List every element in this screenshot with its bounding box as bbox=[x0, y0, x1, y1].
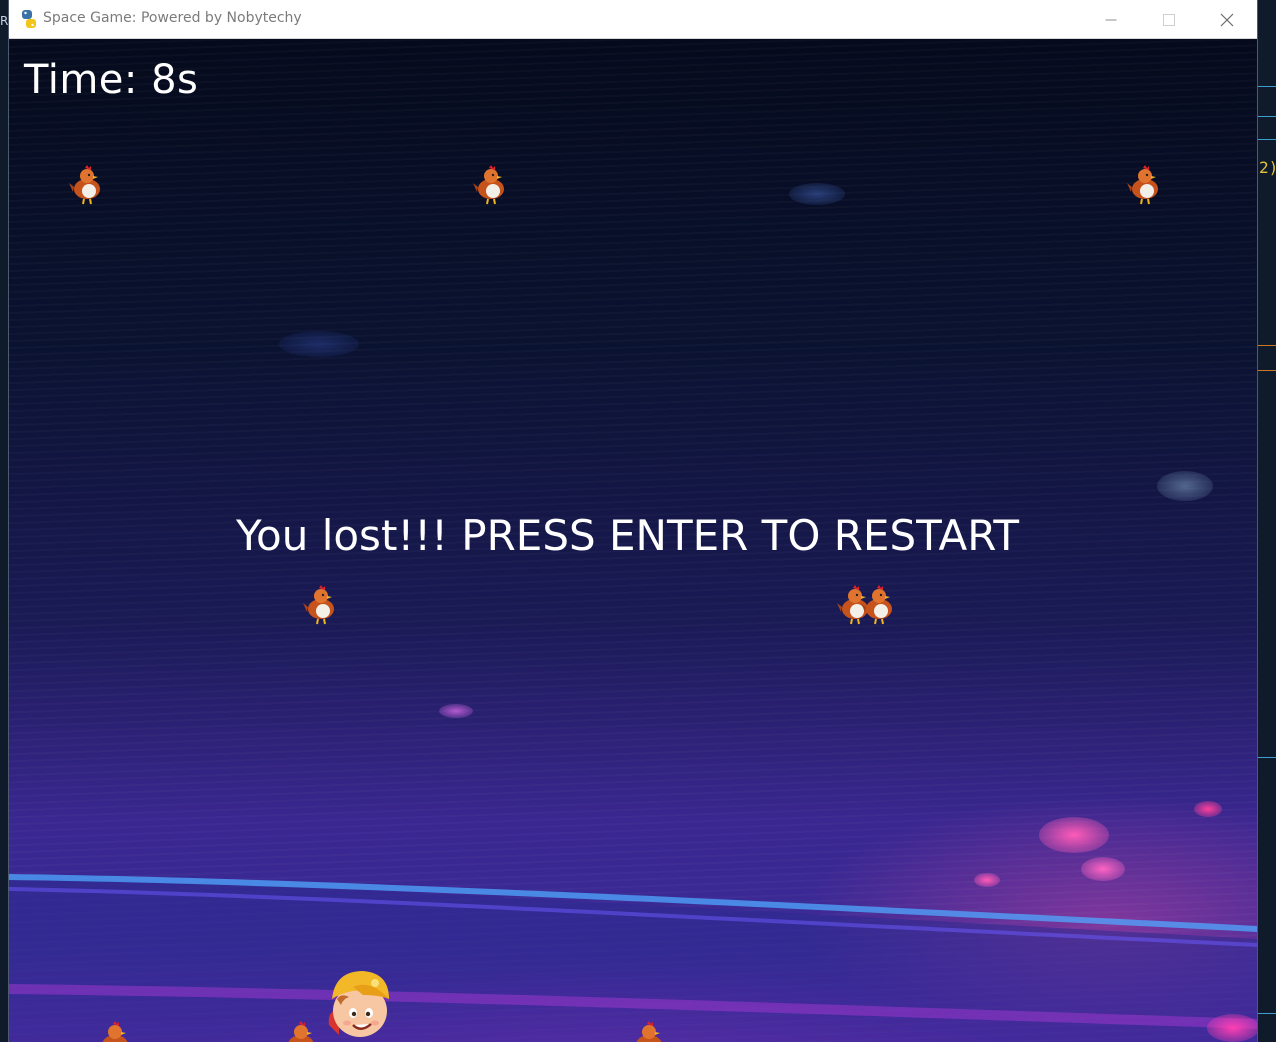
boy-with-cap-icon bbox=[328, 971, 389, 1037]
magenta-glow bbox=[439, 704, 473, 718]
window-title: Space Game: Powered by Nobytechy bbox=[43, 10, 302, 26]
maximize-button[interactable] bbox=[1140, 0, 1198, 39]
desktop-left-edge: R bbox=[0, 0, 8, 1042]
chicken-icon bbox=[102, 1021, 128, 1042]
desktop-code-glyph: 2) bbox=[1259, 158, 1276, 177]
game-over-message: You lost!!! PRESS ENTER TO RESTART bbox=[235, 511, 1020, 560]
close-button[interactable] bbox=[1198, 0, 1256, 39]
game-canvas[interactable]: Time: 8s You lost!!! PRESS ENTER TO REST… bbox=[9, 39, 1257, 1042]
nebula-glow bbox=[1157, 471, 1213, 501]
timer-label: Time: 8s bbox=[24, 57, 199, 103]
chicken-icon bbox=[473, 165, 504, 205]
python-icon bbox=[19, 9, 39, 29]
minimize-icon bbox=[1105, 19, 1117, 20]
chicken-icon bbox=[288, 1021, 314, 1042]
magenta-glow bbox=[1194, 801, 1222, 817]
chicken-icon bbox=[69, 165, 100, 205]
magenta-glow bbox=[1081, 857, 1125, 881]
chicken-icon bbox=[861, 585, 892, 625]
chicken-icon bbox=[636, 1021, 662, 1042]
close-icon bbox=[1220, 13, 1234, 26]
maximize-icon bbox=[1163, 13, 1175, 26]
desktop-right-edge: 2) bbox=[1258, 0, 1276, 1042]
minimize-button[interactable] bbox=[1082, 0, 1140, 39]
magenta-glow bbox=[1039, 817, 1109, 853]
chicken-icon bbox=[1127, 165, 1158, 205]
chicken-icon bbox=[303, 585, 334, 625]
title-bar[interactable]: Space Game: Powered by Nobytechy bbox=[9, 0, 1257, 39]
game-window: Space Game: Powered by Nobytechy Time: 8… bbox=[8, 0, 1258, 1042]
nebula-glow bbox=[789, 183, 845, 205]
nebula-glow bbox=[279, 331, 359, 357]
magenta-glow bbox=[974, 873, 1000, 887]
magenta-glow bbox=[1207, 1014, 1257, 1042]
